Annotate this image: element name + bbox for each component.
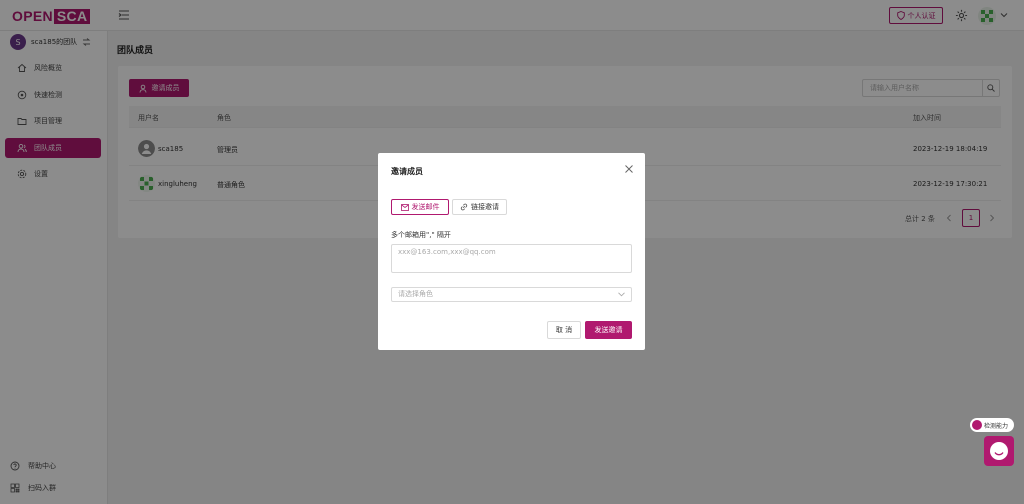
- role-select-placeholder: 请选择角色: [398, 290, 433, 298]
- tab-link-invite[interactable]: 链接邀请: [452, 199, 507, 215]
- dialog-title: 邀请成员: [391, 167, 423, 176]
- chat-assistant-button[interactable]: [984, 436, 1014, 466]
- chat-icon: [990, 442, 1008, 460]
- cancel-button[interactable]: 取 消: [547, 321, 581, 339]
- tab-send-email[interactable]: 发送邮件: [391, 199, 449, 215]
- send-invite-button[interactable]: 发送邀请: [585, 321, 632, 339]
- detection-capability-badge[interactable]: 检测能力: [970, 418, 1014, 432]
- tab-link-invite-label: 链接邀请: [471, 203, 499, 211]
- badge-dot-icon: [972, 420, 982, 430]
- chevron-down-icon: [618, 292, 625, 297]
- invite-member-dialog: 邀请成员 发送邮件 链接邀请 多个邮箱用"," 隔开 请选择角色 取 消 发送邀…: [378, 153, 645, 350]
- emails-textarea[interactable]: [391, 244, 632, 273]
- link-icon: [460, 203, 468, 211]
- role-select[interactable]: 请选择角色: [391, 287, 632, 302]
- emails-label: 多个邮箱用"," 隔开: [391, 231, 451, 239]
- mail-icon: [400, 203, 409, 211]
- close-icon[interactable]: [624, 164, 634, 174]
- badge-label: 检测能力: [984, 422, 1009, 430]
- tab-send-email-label: 发送邮件: [411, 203, 440, 211]
